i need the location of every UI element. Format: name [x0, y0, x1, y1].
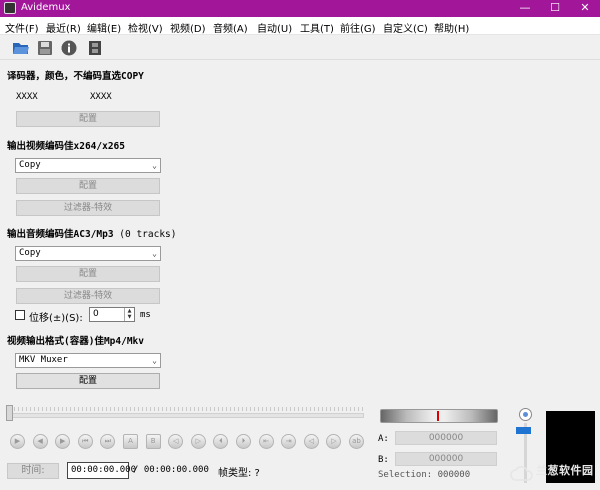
audio-filters-button[interactable]: 过滤器-特效: [16, 288, 160, 304]
menu-goto[interactable]: 前往(G): [340, 20, 376, 35]
next-black-frame-icon[interactable]: ▷: [190, 434, 206, 449]
jog-center-marker: [437, 411, 439, 421]
save-icon[interactable]: [36, 39, 54, 57]
audio-decoder-label: XXXX: [90, 92, 112, 102]
selection-value: 000000: [437, 470, 471, 480]
volume-icon[interactable]: [519, 408, 532, 421]
video-configure-button[interactable]: 配置: [16, 178, 160, 194]
next-keyframe-icon[interactable]: ⏭: [100, 434, 116, 449]
open-folder-icon[interactable]: [12, 39, 30, 57]
menu-recent[interactable]: 最近(R): [46, 20, 81, 35]
window-title: Avidemux: [21, 2, 71, 13]
watermark-text: 兰葱软件园: [536, 464, 594, 477]
audio-tracks-note: (0 tracks): [119, 229, 177, 240]
audio-shift-label: 位移(±)(S):: [29, 313, 83, 324]
marker-a-value[interactable]: 000000: [395, 431, 497, 445]
audio-configure-button[interactable]: 配置: [16, 266, 160, 282]
decoder-section-title: 译码器，颜色，不编码直选COPY: [7, 71, 144, 82]
info-icon[interactable]: [60, 39, 78, 57]
container-section-title: 视频输出格式(容器)佳Mp4/Mkv: [7, 336, 144, 347]
first-frame-icon[interactable]: ⏴: [213, 434, 229, 449]
marker-b-value[interactable]: 000000: [395, 452, 497, 466]
cloud-logo-icon: [510, 466, 533, 481]
muxer-value: MKV Muxer: [19, 355, 68, 365]
goto-marker-a-icon[interactable]: ⇤: [258, 434, 274, 449]
total-time: / 00:00:00.000: [133, 465, 209, 475]
menu-video[interactable]: 视频(D): [170, 20, 206, 35]
selection-info: Selection: 000000: [378, 470, 470, 480]
previous-keyframe-icon[interactable]: ⏮: [77, 434, 93, 449]
video-codec-select[interactable]: Copy ⌄: [15, 158, 161, 173]
film-icon[interactable]: [86, 39, 104, 57]
menu-bar: 文件(F) 最近(R) 编辑(E) 检视(V) 视频(D) 音频(A) 自动(U…: [0, 17, 600, 35]
timeline-track[interactable]: [6, 413, 364, 418]
muxer-configure-button[interactable]: 配置: [16, 373, 160, 389]
extra-nav-icon[interactable]: ab: [349, 434, 364, 449]
menu-file[interactable]: 文件(F): [5, 20, 39, 35]
last-frame-icon[interactable]: ⏵: [236, 434, 251, 449]
watermark: 兰葱软件园: [506, 461, 600, 487]
audio-output-section-title: 输出音频编码佳AC3/Mp3 (0 tracks): [7, 226, 176, 240]
video-output-section-title: 输出视频编码佳x264/x265: [7, 141, 125, 152]
minimize-button[interactable]: —: [510, 0, 540, 17]
audio-shift-checkbox[interactable]: [15, 310, 25, 320]
set-marker-a-icon[interactable]: A: [123, 434, 138, 449]
audio-codec-value: Copy: [19, 248, 41, 258]
forward-icon[interactable]: ▶: [55, 434, 71, 449]
muxer-select[interactable]: MKV Muxer ⌄: [15, 353, 161, 368]
jog-shuttle[interactable]: [380, 409, 498, 423]
play-icon[interactable]: ▶: [10, 434, 25, 449]
menu-auto[interactable]: 自动(U): [257, 20, 292, 35]
set-marker-b-icon[interactable]: B: [145, 434, 161, 449]
next-cut-icon[interactable]: ▷: [326, 434, 342, 449]
previous-black-frame-icon[interactable]: ◁: [168, 434, 184, 449]
audio-shift-spinbox[interactable]: 0 ▲ ▼: [89, 307, 135, 322]
maximize-button[interactable]: ☐: [540, 0, 570, 17]
decoder-configure-button[interactable]: 配置: [16, 111, 160, 127]
timeline-thumb[interactable]: [6, 405, 13, 421]
toolbar: [0, 36, 600, 60]
selection-label: Selection:: [378, 470, 433, 480]
menu-edit[interactable]: 编辑(E): [87, 20, 121, 35]
audio-shift-unit: ms: [140, 310, 151, 320]
volume-slider-thumb[interactable]: [516, 427, 531, 434]
chevron-down-icon: ⌄: [152, 161, 157, 170]
menu-view[interactable]: 检视(V): [128, 20, 163, 35]
timeline-slider[interactable]: [6, 405, 364, 421]
audio-output-title: 输出音频编码佳AC3/Mp3: [7, 229, 114, 240]
video-filters-button[interactable]: 过滤器-特效: [16, 200, 160, 216]
close-button[interactable]: ✕: [570, 0, 600, 17]
video-codec-value: Copy: [19, 160, 41, 170]
marker-a-label: A:: [378, 434, 389, 444]
frame-type-label: 帧类型: ?: [218, 468, 260, 479]
current-time-field[interactable]: 00:00:00.000: [67, 462, 136, 479]
menu-help[interactable]: 帮助(H): [434, 20, 469, 35]
goto-marker-b-icon[interactable]: ⇥: [281, 434, 297, 449]
audio-shift-value: 0: [93, 309, 99, 319]
menu-tools[interactable]: 工具(T): [300, 20, 334, 35]
chevron-down-icon: ⌄: [152, 249, 157, 258]
previous-cut-icon[interactable]: ◁: [303, 434, 319, 449]
spin-arrows-icon[interactable]: ▲ ▼: [124, 308, 134, 321]
audio-codec-select[interactable]: Copy ⌄: [15, 246, 161, 261]
title-bar: Avidemux — ☐ ✕: [0, 0, 600, 17]
time-label[interactable]: 时间:: [7, 463, 59, 479]
timeline-ticks: [6, 407, 364, 411]
menu-custom[interactable]: 自定义(C): [383, 20, 428, 35]
app-icon: [4, 2, 16, 14]
menu-audio[interactable]: 音频(A): [213, 20, 248, 35]
rewind-icon[interactable]: ◀: [32, 434, 48, 449]
chevron-down-icon: ⌄: [152, 356, 157, 365]
marker-b-label: B:: [378, 455, 389, 465]
video-decoder-label: XXXX: [16, 92, 38, 102]
